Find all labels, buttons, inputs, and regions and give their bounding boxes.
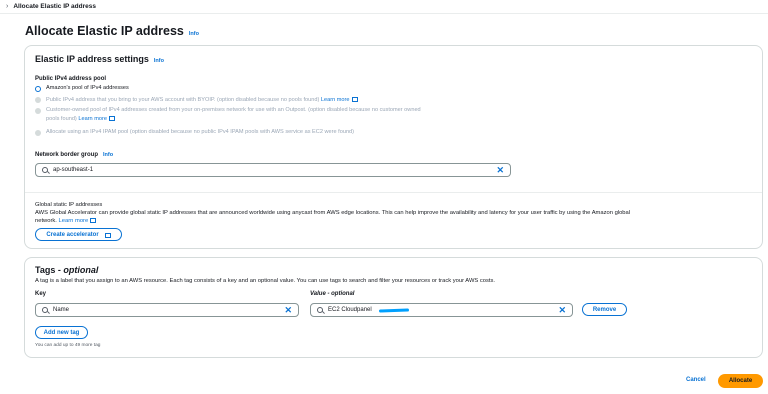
add-new-tag-label: Add new tag [43,329,80,336]
tag-key-value: Name [53,307,70,313]
learn-more-link[interactable]: Learn more [78,116,107,122]
tags-title-optional: optional [63,265,99,275]
page-title: Allocate Elastic IP address Info [25,24,199,38]
tags-title: Tags - optional [35,265,98,275]
tag-key-label: Key [35,291,47,297]
accelerator-desc: AWS Global Accelerator can provide globa… [35,209,755,217]
border-group-input[interactable]: ap-southeast-1 ✕ [35,163,511,177]
redaction-mark [378,307,409,313]
page-info-link[interactable]: Info [189,31,199,37]
radio-disabled-icon [35,107,41,114]
accelerator-desc-text-2: network. [35,218,57,224]
tag-key-input[interactable]: Name ✕ [35,303,299,317]
settings-title-text: Elastic IP address settings [35,54,149,64]
tag-value-input[interactable]: EC2 Cloudpanel ✕ [310,303,573,317]
border-group-label-text: Network border group [35,152,99,158]
accelerator-learn-more-link[interactable]: Learn more [59,218,89,224]
settings-panel: Elastic IP address settings Info Public … [24,45,763,249]
radio-disabled-icon [35,129,41,136]
page-title-text: Allocate Elastic IP address [25,24,184,38]
clear-icon[interactable]: ✕ [558,305,566,315]
tag-value-label: Value - optional [310,291,355,297]
border-group-label: Network border group Info [35,152,113,158]
allocate-label: Allocate [728,378,753,384]
border-group-info-link[interactable]: Info [103,152,113,158]
tags-title-text: Tags - optional [35,265,99,275]
remove-tag-label: Remove [592,306,617,313]
search-icon [42,167,48,173]
header-divider [0,13,768,14]
settings-info-link[interactable]: Info [154,58,164,64]
radio-selected-icon[interactable] [35,85,41,92]
external-link-icon [351,97,358,102]
external-link-icon [90,218,97,223]
pool-label: Public IPv4 address pool [35,76,107,82]
radio-label: Amazon's pool of IPv4 addresses [46,85,129,91]
external-link-icon [104,233,111,238]
search-icon [42,307,48,313]
accelerator-desc-2: network. Learn more [35,217,97,225]
create-accelerator-label: Create accelerator [46,231,99,238]
radio-disabled-icon [35,96,41,103]
learn-more-link[interactable]: Learn more [321,97,350,103]
radio-label-cont: pools found) [46,115,77,122]
tags-panel: Tags - optional A tag is a label that yo… [24,257,763,358]
section-divider [25,192,762,193]
radio-customer-owned: Customer-owned pool of IPv4 addresses cr… [35,107,515,123]
accelerator-desc-text: AWS Global Accelerator can provide globa… [35,210,631,216]
tags-hint: You can add up to 49 more tag [35,343,101,348]
breadcrumb: › Allocate Elastic IP address [6,3,96,10]
clear-icon[interactable]: ✕ [284,305,292,315]
radio-ipam: Allocate using an IPv4 IPAM pool (option… [35,129,354,137]
allocate-button[interactable]: Allocate [718,374,763,388]
border-group-value: ap-southeast-1 [53,167,94,173]
breadcrumb-current: Allocate Elastic IP address [13,3,96,10]
radio-label: Customer-owned pool of IPv4 addresses cr… [46,107,421,113]
radio-byoip: Public IPv4 address that you bring to yo… [35,96,358,105]
settings-title: Elastic IP address settings Info [35,54,164,64]
tags-desc: A tag is a label that you assign to an A… [35,278,496,284]
chevron-right-icon: › [6,3,9,10]
search-icon [317,307,323,313]
cancel-button[interactable]: Cancel [686,377,706,383]
clear-icon[interactable]: ✕ [496,165,504,175]
external-link-icon [108,115,115,121]
add-new-tag-button[interactable]: Add new tag [35,326,88,339]
create-accelerator-button[interactable]: Create accelerator [35,228,122,241]
accelerator-title: Global static IP addresses [35,202,103,208]
remove-tag-button[interactable]: Remove [582,303,627,316]
radio-label: Allocate using an IPv4 IPAM pool (option… [46,129,355,135]
radio-amazon-pool[interactable]: Amazon's pool of IPv4 addresses [35,85,129,93]
radio-label: Public IPv4 address that you bring to yo… [46,97,320,103]
tag-value-value: EC2 Cloudpanel [328,307,372,313]
